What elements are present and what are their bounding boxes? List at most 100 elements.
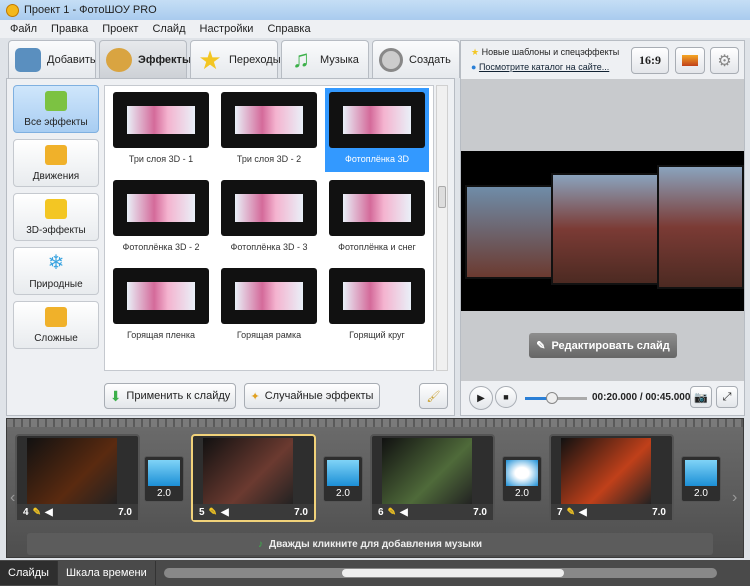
globe-icon: ● [471,62,477,72]
transition-item[interactable]: 2.0 [681,456,721,502]
film-strip-edge [7,419,743,427]
camera-icon [15,47,41,72]
seek-slider[interactable] [525,392,587,404]
tab-create[interactable]: Создать [372,40,460,78]
arrows-icon [45,145,67,165]
catalog-link-row: ● Посмотрите каталог на сайте... [471,62,609,72]
transition-icon [685,460,717,486]
brush-icon: 🖌 [426,390,441,403]
slide-item[interactable]: 6 ✎ ◀ 7.0 [370,434,495,522]
timeline-scroll-thumb[interactable] [341,569,564,577]
slide-item-selected[interactable]: 5 ✎ ◀ 7.0 [191,434,316,522]
menu-file[interactable]: Файл [10,23,37,35]
palette-icon [106,47,132,72]
film-frame [465,185,555,279]
edit-slide-button[interactable]: ✎ Редактировать слайд [529,333,677,358]
tab-transitions[interactable]: ★ Переходы [190,40,281,78]
scroll-right-arrow[interactable]: › [732,489,737,507]
effect-thumbnail [113,268,209,324]
slide-item[interactable]: 7 ✎ ◀ 7.0 [549,434,674,522]
speaker-icon[interactable]: ◀ [579,507,587,518]
gear-icon: ⚙ [717,52,732,70]
info-bar: ★ Новые шаблоны и спецэффекты ● Посмотри… [461,41,744,79]
effect-item[interactable]: Горящий круг [325,264,429,348]
speaker-icon[interactable]: ◀ [221,507,229,518]
settings-button[interactable]: ⚙ [710,47,739,74]
menu-settings[interactable]: Настройки [200,23,254,35]
menu-help[interactable]: Справка [267,23,310,35]
transition-item[interactable]: 2.0 [323,456,363,502]
stop-button[interactable]: ■ [495,386,517,408]
tab-timeline[interactable]: Шкала времени [58,561,156,585]
category-nature[interactable]: ❄ Природные [13,247,99,295]
effect-thumbnail [329,180,425,236]
transition-item[interactable]: 2.0 [502,456,542,502]
magic-wand-icon: ✦ [250,390,260,403]
category-3d[interactable]: 3D-эффекты [13,193,99,241]
effect-item[interactable]: Три слоя 3D - 1 [109,88,213,172]
preview-panel: ★ Новые шаблоны и спецэффекты ● Посмотри… [460,40,745,416]
tab-music[interactable]: ♫ Музыка [281,40,369,78]
slide-number: 5 [199,506,205,518]
tab-add[interactable]: Добавить [8,40,96,78]
star-icon: ★ [198,44,222,75]
background-button[interactable] [675,47,705,74]
pencil-icon[interactable]: ✎ [388,507,396,518]
effects-grid: Три слоя 3D - 1 Три слоя 3D - 2 Фотоплён… [104,85,434,371]
transition-item[interactable]: 2.0 [144,456,184,502]
effect-item[interactable]: Фотоплёнка и снег [325,176,429,260]
timeline-scrollbar[interactable] [163,568,717,578]
main-tabs: Добавить Эффекты ★ Переходы ♫ Музыка Созда… [8,40,460,78]
aspect-ratio-button[interactable]: 16:9 [631,47,669,74]
slide-duration: 7.0 [652,506,666,518]
speaker-icon[interactable]: ◀ [45,507,53,518]
effects-panel: Все эффекты Движения 3D-эффекты ❄ Природн… [6,78,455,416]
effect-thumbnail [329,92,425,148]
slide-item[interactable]: 4 ✎ ◀ 7.0 [15,434,140,522]
star-icon: ★ [471,47,480,57]
effect-item[interactable]: Фотоплёнка 3D - 3 [217,176,321,260]
catalog-link[interactable]: Посмотрите каталог на сайте... [479,62,609,72]
effect-label: Горящая пленка [126,330,196,340]
slide-info-bar: 7 ✎ ◀ 7.0 [551,504,672,520]
effect-label: Горящая рамка [236,330,302,340]
category-all[interactable]: Все эффекты [13,85,99,133]
menu-project[interactable]: Проект [102,23,138,35]
clear-effects-button[interactable]: 🖌 [419,383,448,409]
tab-effects[interactable]: Эффекты [99,40,191,78]
effect-item[interactable]: Горящая рамка [217,264,321,348]
pencil-icon[interactable]: ✎ [209,507,217,518]
music-note-icon: ♫ [292,45,310,73]
speaker-icon[interactable]: ◀ [400,507,408,518]
effect-label: Фотоплёнка 3D - 3 [230,242,308,252]
fullscreen-button[interactable]: ⤢ [716,386,738,408]
effect-thumbnail [221,92,317,148]
music-track[interactable]: ♪ Дважды кликните для добавления музыки [27,533,713,555]
scroll-thumb[interactable] [438,186,446,208]
tab-slides[interactable]: Слайды [0,561,58,585]
pencil-icon[interactable]: ✎ [567,507,575,518]
effect-item[interactable]: Горящая пленка [109,264,213,348]
category-motion[interactable]: Движения [13,139,99,187]
pencil-icon[interactable]: ✎ [33,507,41,518]
category-label: Сложные [34,333,78,344]
effect-item[interactable]: Фотоплёнка 3D - 2 [109,176,213,260]
play-button[interactable]: ▶ [469,386,493,410]
category-label: Движения [32,171,80,182]
snapshot-button[interactable]: 📷 [690,386,712,408]
menu-slide[interactable]: Слайд [152,23,185,35]
apply-to-slide-button[interactable]: ⬇ Применить к слайду [104,383,236,409]
random-effects-button[interactable]: ✦ Случайные эффекты [244,383,380,409]
effect-item-selected[interactable]: Фотоплёнка 3D [325,88,429,172]
seek-handle[interactable] [546,392,559,404]
image-icon [682,55,698,66]
fullscreen-icon: ⤢ [722,390,732,403]
category-label: 3D-эффекты [26,225,86,236]
effect-item[interactable]: Три слоя 3D - 2 [217,88,321,172]
camera-icon: 📷 [694,391,708,404]
menu-edit[interactable]: Правка [51,23,88,35]
slide-duration: 7.0 [118,506,132,518]
category-complex[interactable]: Сложные [13,301,99,349]
effects-scrollbar[interactable] [436,85,448,371]
transition-duration: 2.0 [157,488,171,499]
